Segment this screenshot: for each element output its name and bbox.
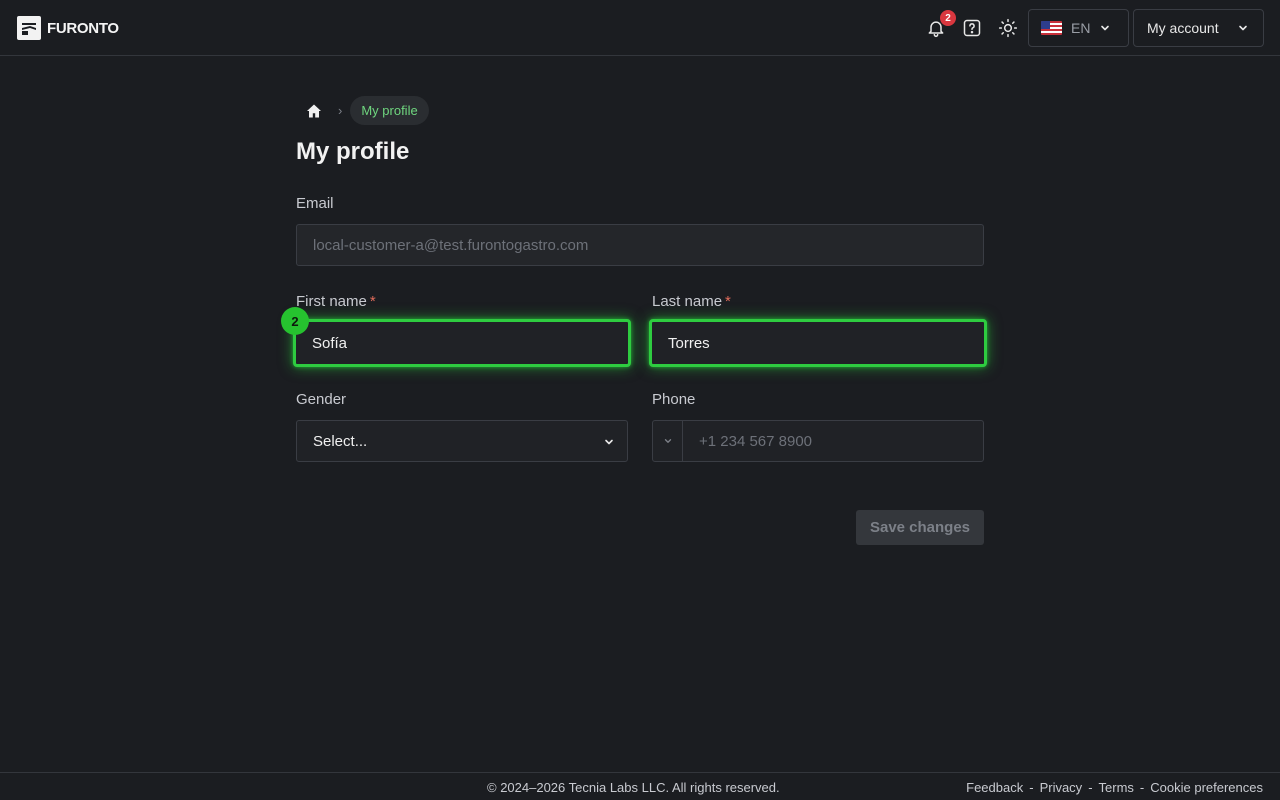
notifications-button[interactable]: 2 (924, 10, 956, 40)
help-icon (963, 19, 981, 37)
logo[interactable]: FURONTO (17, 16, 119, 40)
feedback-link[interactable]: Feedback (966, 780, 1023, 795)
chevron-down-icon (605, 439, 613, 445)
language-selector[interactable]: EN (1028, 9, 1129, 47)
gender-selected-value: Select... (313, 432, 368, 450)
breadcrumb-separator: › (338, 103, 343, 118)
footer-separator: - (1088, 780, 1093, 795)
first-name-label-text: First name (296, 293, 367, 310)
country-code-dropdown[interactable] (653, 421, 683, 461)
top-bar: FURONTO 2 EN My account (0, 0, 1280, 56)
gender-label: Gender (296, 391, 347, 408)
us-flag-icon (1041, 21, 1062, 35)
privacy-link[interactable]: Privacy (1040, 780, 1083, 795)
breadcrumb-home[interactable] (296, 96, 332, 125)
breadcrumb: › My profile (296, 96, 429, 125)
logo-text: FURONTO (47, 19, 119, 37)
my-account-label: My account (1147, 20, 1219, 36)
notification-badge: 2 (940, 10, 956, 26)
theme-toggle-button[interactable] (996, 16, 1020, 40)
phone-field: +1 234 567 8900 (652, 420, 984, 462)
copyright-text: © 2024–2026 Tecnia Labs LLC. All rights … (487, 780, 780, 795)
gender-select[interactable]: Select... (296, 420, 628, 462)
phone-input[interactable]: +1 234 567 8900 (683, 421, 983, 461)
cookie-preferences-link[interactable]: Cookie preferences (1150, 780, 1263, 795)
first-name-label: First name * (296, 293, 376, 310)
my-account-button[interactable]: My account (1133, 9, 1264, 47)
last-name-label: Last name * (652, 293, 731, 310)
breadcrumb-current[interactable]: My profile (350, 96, 429, 125)
sun-icon (998, 18, 1018, 38)
last-name-input[interactable]: Torres (649, 319, 987, 367)
help-button[interactable] (960, 16, 984, 40)
first-name-input[interactable]: Sofía (293, 319, 631, 367)
terms-link[interactable]: Terms (1099, 780, 1134, 795)
page-title: My profile (296, 138, 410, 165)
footer-links: Feedback - Privacy - Terms - Cookie pref… (966, 780, 1263, 795)
save-changes-button[interactable]: Save changes (856, 510, 984, 545)
required-asterisk: * (369, 293, 376, 310)
chevron-down-icon (1239, 25, 1247, 31)
home-icon (307, 104, 321, 117)
footer-separator: - (1139, 780, 1145, 795)
footer-separator: - (1029, 780, 1034, 795)
phone-label: Phone (652, 391, 696, 408)
language-code: EN (1071, 20, 1091, 36)
chevron-down-icon (1101, 25, 1110, 31)
chevron-down-icon (664, 439, 671, 443)
logo-mark-icon (17, 16, 41, 40)
email-label: Email (296, 195, 334, 212)
required-asterisk: * (725, 293, 731, 310)
footer: © 2024–2026 Tecnia Labs LLC. All rights … (0, 772, 1280, 800)
last-name-label-text: Last name (652, 293, 723, 310)
email-field: local-customer-a@test.furontogastro.com (296, 224, 984, 266)
annotation-marker: 2 (281, 307, 309, 335)
